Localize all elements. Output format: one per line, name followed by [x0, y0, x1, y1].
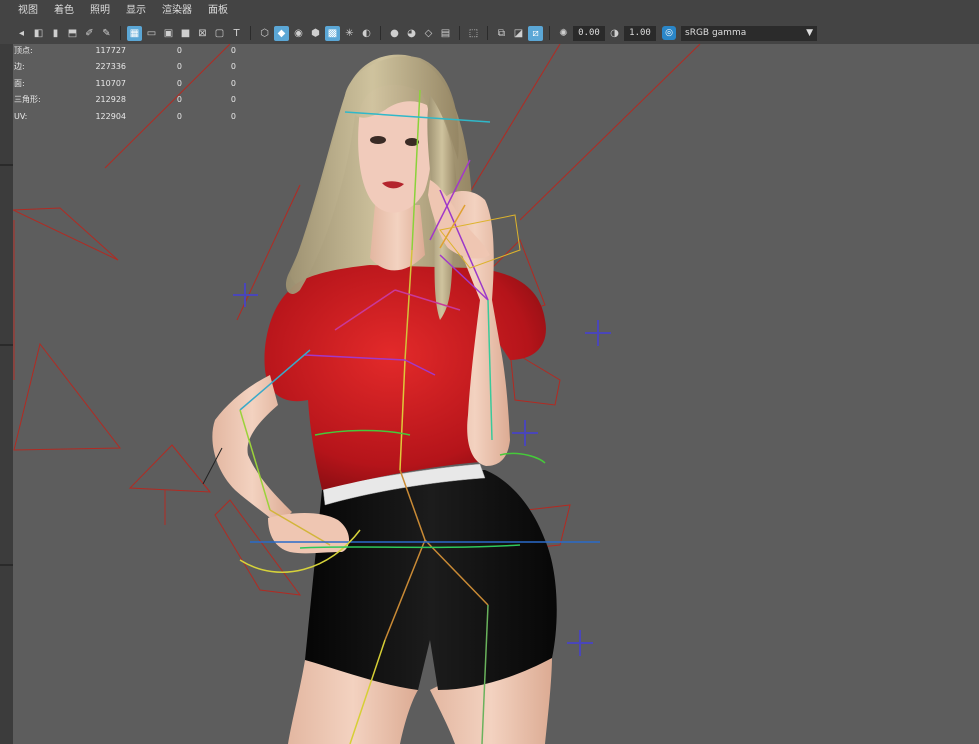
panel-menu-bar: 视图 着色 照明 显示 渲染器 面板 [0, 0, 979, 22]
toolbar-divider [250, 26, 251, 40]
textured-icon[interactable]: ▩ [325, 25, 340, 41]
hud-label: UV: [14, 111, 28, 121]
field-chart-icon[interactable]: ⊠ [195, 26, 210, 41]
exposure-icon[interactable]: ✺ [556, 26, 571, 41]
wireframe-on-shaded-icon[interactable]: ⬢ [308, 26, 323, 41]
menu-panels[interactable]: 面板 [200, 0, 236, 22]
hud-row-edges: 边: 227336 0 0 [14, 59, 236, 76]
hud-value-selected: 0 [176, 95, 182, 105]
left-eye [370, 136, 386, 144]
hud-value-selected: 0 [176, 62, 182, 72]
grease-pencil-icon[interactable]: ✎ [99, 26, 114, 41]
hud-value-total: 117727 [95, 45, 126, 55]
screen-space-ao-icon[interactable]: ● [387, 26, 402, 41]
hud-value-component: 0 [230, 78, 236, 88]
exposure-field[interactable]: 0.00 [573, 25, 605, 41]
film-gate-icon[interactable]: ▭ [144, 26, 159, 41]
select-camera-icon[interactable]: ◂ [14, 26, 29, 41]
hud-value-component: 0 [230, 95, 236, 105]
chevron-down-icon: ▼ [806, 28, 813, 38]
hud-row-faces: 面: 110707 0 0 [14, 75, 236, 92]
camera-attributes-icon[interactable]: ◧ [31, 26, 46, 41]
viewport-left-border [0, 44, 13, 744]
gamma-icon[interactable]: ◑ [607, 26, 622, 41]
hud-value-component: 0 [230, 62, 236, 72]
menu-lighting[interactable]: 照明 [82, 0, 118, 22]
bookmark-icon[interactable]: ▮ [48, 26, 63, 41]
color-management-icon[interactable]: ◎ [662, 26, 676, 40]
menu-show[interactable]: 显示 [118, 0, 154, 22]
hud-value-selected: 0 [176, 78, 182, 88]
border-tick [0, 164, 13, 166]
default-material-icon[interactable]: ◉ [291, 26, 306, 41]
black-shorts [305, 470, 557, 690]
hud-value-total: 110707 [95, 78, 126, 88]
panel-toolbar: ◂ ◧ ▮ ⬒ ✐ ✎ ▦ ▭ ▣ ■ ⊠ ▢ T ⬡ ◆ ◉ ⬢ ▩ ✳ ◐ … [0, 22, 979, 44]
hud-value-total: 122904 [95, 111, 126, 121]
hud-value-total: 212928 [95, 95, 126, 105]
gate-mask-icon[interactable]: ■ [178, 26, 193, 41]
scene-render [13, 44, 701, 744]
hud-label: 面: [14, 78, 25, 88]
safe-title-icon[interactable]: T [229, 26, 244, 41]
maya-viewport-window: 视图 着色 照明 显示 渲染器 面板 ◂ ◧ ▮ ⬒ ✐ ✎ ▦ ▭ ▣ ■ ⊠… [0, 0, 979, 744]
toolbar-divider [459, 26, 460, 40]
toolbar-divider [120, 26, 121, 40]
hud-value-component: 0 [230, 111, 236, 121]
gamma-field[interactable]: 1.00 [624, 25, 656, 41]
safe-action-icon[interactable]: ▢ [212, 26, 227, 41]
hud-label: 三角形: [14, 95, 41, 105]
hud-value-total: 227336 [95, 62, 126, 72]
hud-label: 边: [14, 62, 25, 72]
menu-renderer[interactable]: 渲染器 [154, 0, 200, 22]
image-plane-icon[interactable]: ⬒ [65, 26, 80, 41]
grid-icon[interactable]: ▦ [127, 25, 142, 41]
motion-blur-icon[interactable]: ◕ [404, 26, 419, 41]
hud-row-vertices: 顶点: 117727 0 0 [14, 42, 236, 59]
poly-count-hud: 顶点: 117727 0 0 边: 227336 0 0 面: 110707 0… [14, 42, 236, 125]
smooth-shade-icon[interactable]: ◆ [274, 25, 289, 41]
anti-aliasing-icon[interactable]: ◇ [421, 26, 436, 41]
hud-row-triangles: 三角形: 212928 0 0 [14, 92, 236, 109]
xray-joints-icon[interactable]: ⧄ [528, 25, 543, 41]
menu-shading[interactable]: 着色 [46, 0, 82, 22]
border-tick [0, 344, 13, 346]
xray-icon[interactable]: ⧉ [494, 26, 509, 41]
depth-of-field-icon[interactable]: ▤ [438, 26, 453, 41]
toolbar-divider [549, 26, 550, 40]
shadows-icon[interactable]: ◐ [359, 26, 374, 41]
isolate-select-icon[interactable]: ⬚ [466, 26, 481, 41]
neck [370, 205, 425, 271]
border-tick [0, 564, 13, 566]
wireframe-icon[interactable]: ⬡ [257, 26, 272, 41]
hud-row-uvs: UV: 122904 0 0 [14, 108, 236, 125]
hud-value-selected: 0 [176, 111, 182, 121]
hud-label: 顶点: [14, 45, 33, 55]
3d-viewport[interactable] [13, 44, 979, 744]
use-all-lights-icon[interactable]: ✳ [342, 26, 357, 41]
2d-pan-zoom-icon[interactable]: ✐ [82, 26, 97, 41]
resolution-gate-icon[interactable]: ▣ [161, 26, 176, 41]
xray-active-components-icon[interactable]: ◪ [511, 26, 526, 41]
toolbar-divider [487, 26, 488, 40]
hud-value-selected: 0 [176, 45, 182, 55]
menu-view[interactable]: 视图 [0, 0, 46, 22]
hud-value-component: 0 [230, 45, 236, 55]
toolbar-divider [380, 26, 381, 40]
view-transform-dropdown[interactable]: sRGB gamma ▼ [681, 25, 817, 41]
view-transform-value: sRGB gamma [685, 28, 747, 38]
